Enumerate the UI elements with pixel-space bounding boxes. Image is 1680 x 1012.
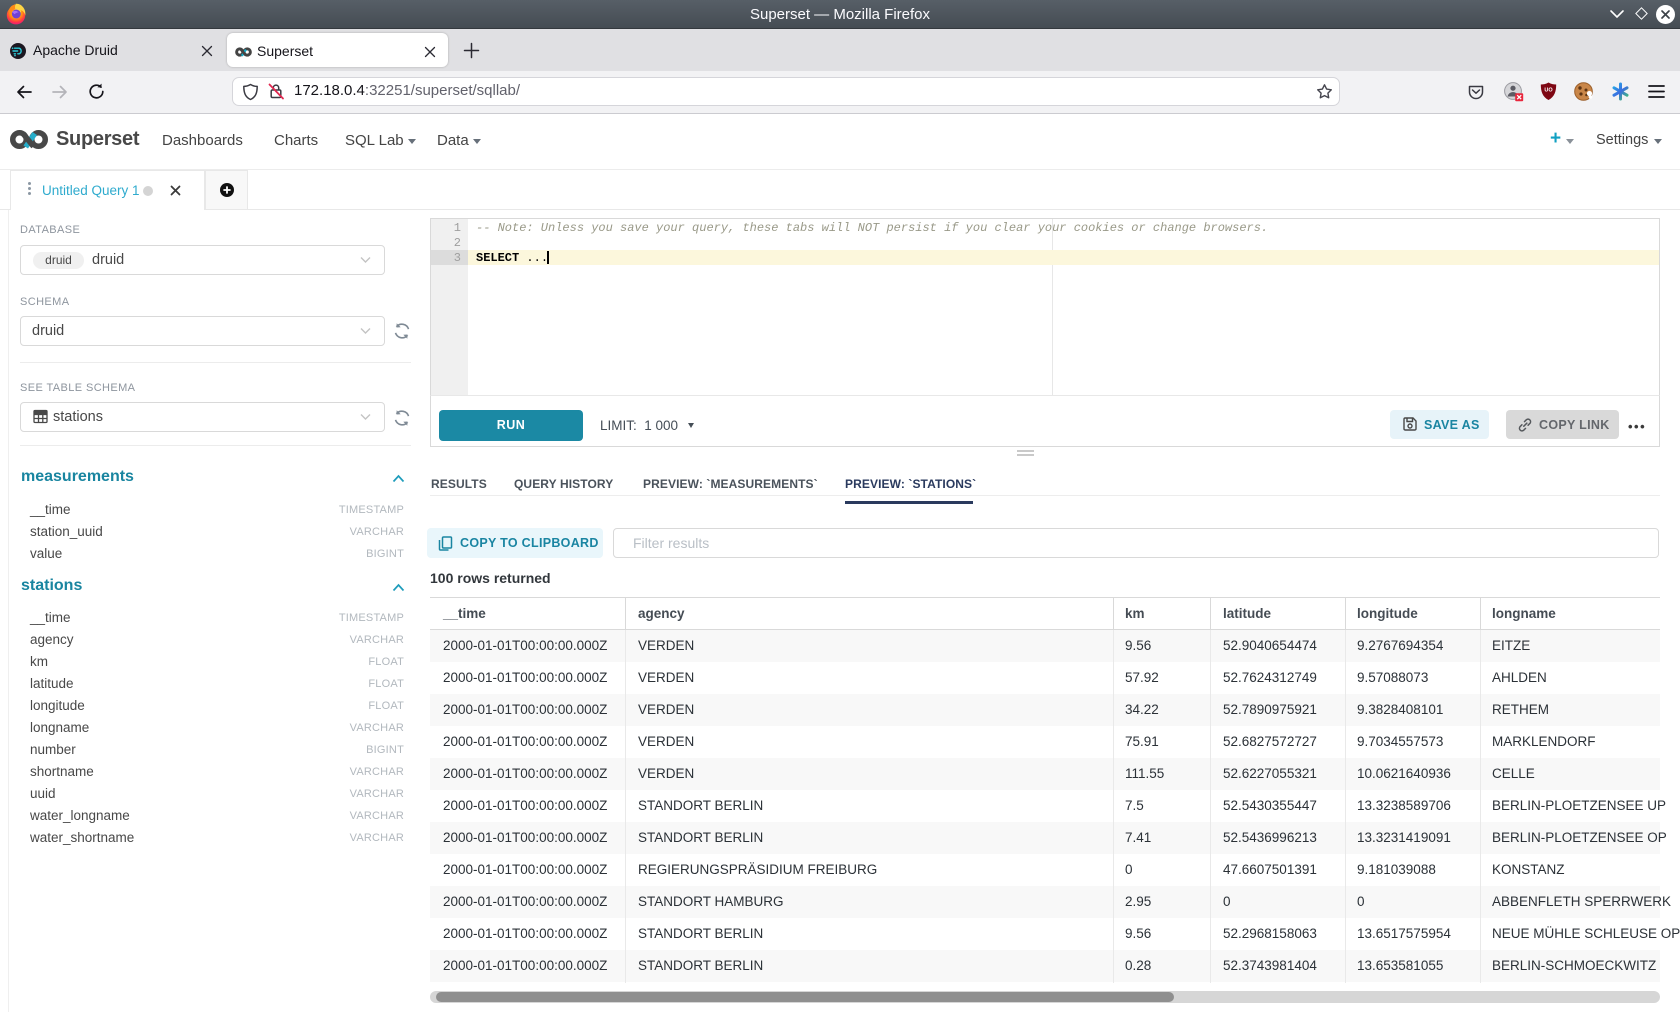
svg-text:UO: UO	[1544, 88, 1553, 94]
